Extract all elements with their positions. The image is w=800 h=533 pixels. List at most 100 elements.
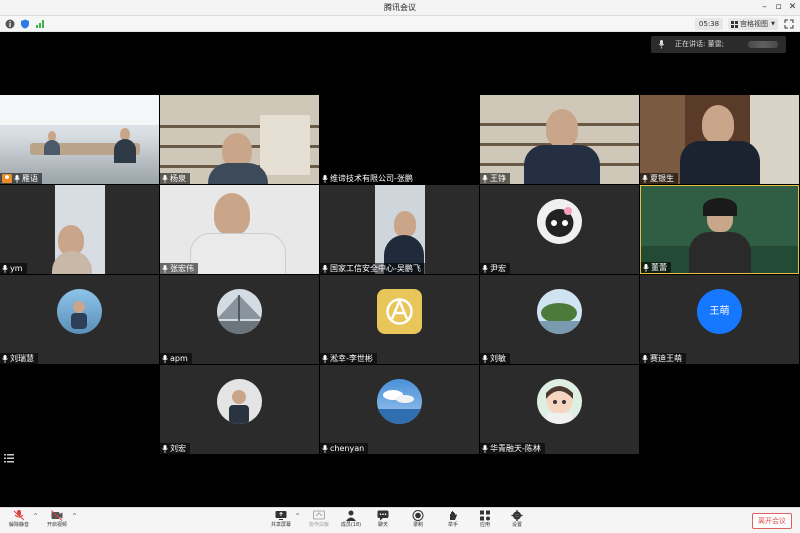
- minimize-button[interactable]: –: [758, 1, 771, 14]
- participant-avatar: [217, 289, 262, 334]
- view-switch-button[interactable]: 宫格视图 ▼: [728, 18, 778, 30]
- participant-name-bar: 赛迪王萌: [640, 353, 686, 364]
- participant-name-bar: 维谛技术有限公司-张鹏: [320, 173, 417, 184]
- members-button[interactable]: 成员(18): [336, 509, 366, 533]
- participant-tile[interactable]: 夏银生: [640, 95, 799, 184]
- window-title: 腾讯会议: [384, 3, 416, 12]
- record-icon: [412, 510, 424, 521]
- microphone-icon: [322, 444, 328, 453]
- participant-name-bar: 雁语: [0, 173, 42, 184]
- participant-tile[interactable]: 杨泉: [160, 95, 319, 184]
- settings-button[interactable]: 设置: [502, 509, 532, 533]
- microphone-icon: [322, 264, 328, 273]
- members-label: 成员(18): [340, 522, 362, 528]
- participant-name-bar: 刘瑞慧: [0, 353, 38, 364]
- participant-tile[interactable]: 雁语: [0, 95, 159, 184]
- participant-name: 夏银生: [650, 174, 674, 183]
- share-screen-icon: [275, 511, 287, 520]
- participant-tile[interactable]: 张宏伟: [160, 185, 319, 274]
- meeting-window: { "window": { "title": "腾讯会议" }, "status…: [0, 0, 800, 533]
- list-icon[interactable]: [4, 454, 14, 463]
- meeting-toolbar: 解除静音 ^ 开启视频 ^ 共享屏幕 ^ 协作白板 成员(18) 聊天 录制 举…: [0, 507, 800, 533]
- speaking-indicator: 正在讲话: 董雷;: [651, 36, 786, 53]
- participant-name: 王铮: [490, 174, 506, 183]
- participant-tile[interactable]: 王萌 赛迪王萌: [640, 275, 799, 364]
- share-screen-button[interactable]: 共享屏幕: [266, 509, 296, 533]
- participant-tile[interactable]: 王铮: [480, 95, 639, 184]
- raise-hand-label: 举手: [447, 522, 458, 528]
- participant-tile[interactable]: 刘瑞慧: [0, 275, 159, 364]
- chat-icon: [377, 510, 389, 521]
- participant-avatar: [217, 379, 262, 424]
- participant-name-bar: chenyan: [320, 443, 369, 454]
- microphone-icon: [643, 263, 649, 272]
- host-badge-icon: [2, 174, 12, 183]
- chat-button[interactable]: 聊天: [368, 509, 398, 533]
- hand-icon: [450, 511, 457, 520]
- microphone-icon: [14, 174, 20, 183]
- participant-name-bar: apm: [160, 353, 192, 364]
- whiteboard-button[interactable]: 协作白板: [304, 509, 334, 533]
- share-screen-label: 共享屏幕: [270, 522, 291, 528]
- participant-name: chenyan: [330, 444, 365, 453]
- participant-tile[interactable]: 董蕾: [640, 185, 799, 274]
- apps-icon: [480, 510, 490, 521]
- participant-name: 维谛技术有限公司-张鹏: [330, 174, 413, 183]
- microphone-icon: [482, 264, 488, 273]
- whiteboard-icon: [313, 510, 325, 520]
- participant-tile[interactable]: 国家工信安全中心-吴鹏飞: [320, 185, 479, 274]
- apps-button[interactable]: 应用: [470, 509, 500, 533]
- participant-name: 尹宏: [490, 264, 506, 273]
- microphone-icon: [162, 174, 168, 183]
- participant-name: 刘瑞慧: [10, 354, 34, 363]
- leave-meeting-button[interactable]: 离开会议: [752, 513, 792, 529]
- whiteboard-label: 协作白板: [308, 522, 329, 528]
- mute-button[interactable]: 解除静音: [4, 509, 34, 533]
- participant-tile[interactable]: ym: [0, 185, 159, 274]
- apps-label: 应用: [479, 522, 490, 528]
- chat-label: 聊天: [377, 522, 388, 528]
- close-button[interactable]: ✕: [786, 1, 799, 14]
- participant-tile[interactable]: 华青融天-陈林: [480, 365, 639, 454]
- participant-avatar: 王萌: [697, 289, 742, 334]
- camera-off-icon: [51, 510, 63, 521]
- participant-name: apm: [170, 354, 188, 363]
- microphone-icon: [322, 174, 328, 183]
- gear-icon: [511, 510, 523, 521]
- microphone-icon: [2, 264, 8, 273]
- video-options-icon[interactable]: ^: [72, 513, 77, 520]
- microphone-icon: [482, 174, 488, 183]
- participant-tile[interactable]: 尹宏: [480, 185, 639, 274]
- record-label: 录制: [412, 522, 423, 528]
- participant-tile[interactable]: 维谛技术有限公司-张鹏: [320, 95, 479, 184]
- participant-name-bar: 淞幸-李世彬: [320, 353, 377, 364]
- record-button[interactable]: 录制: [403, 509, 433, 533]
- participant-name-bar: 尹宏: [480, 263, 510, 274]
- chevron-down-icon: ▼: [771, 21, 775, 27]
- meeting-timer: 05:38: [695, 18, 723, 30]
- fullscreen-icon[interactable]: [784, 19, 794, 29]
- members-icon: [346, 510, 356, 521]
- participant-avatar: [537, 379, 582, 424]
- microphone-icon: [642, 174, 648, 183]
- participant-tile[interactable]: 刘敏: [480, 275, 639, 364]
- participant-tile[interactable]: apm: [160, 275, 319, 364]
- maximize-button[interactable]: ▫: [772, 1, 785, 14]
- microphone-icon: [482, 354, 488, 363]
- signal-icon[interactable]: [35, 19, 45, 29]
- share-options-icon[interactable]: ^: [295, 513, 300, 520]
- participant-tile[interactable]: chenyan: [320, 365, 479, 454]
- participant-name: 刘宏: [170, 444, 186, 453]
- raise-hand-button[interactable]: 举手: [438, 509, 468, 533]
- info-icon[interactable]: [5, 19, 15, 29]
- mute-options-icon[interactable]: ^: [33, 513, 38, 520]
- participant-tile[interactable]: 刘宏: [160, 365, 319, 454]
- video-button[interactable]: 开启视频: [42, 509, 72, 533]
- shield-icon[interactable]: [20, 19, 30, 29]
- view-switch-label: 宫格视图: [740, 20, 768, 28]
- participant-tile[interactable]: 淞幸-李世彬: [320, 275, 479, 364]
- participant-avatar: [57, 289, 102, 334]
- microphone-icon: [482, 444, 488, 453]
- participant-name: 杨泉: [170, 174, 186, 183]
- microphone-icon: [2, 354, 8, 363]
